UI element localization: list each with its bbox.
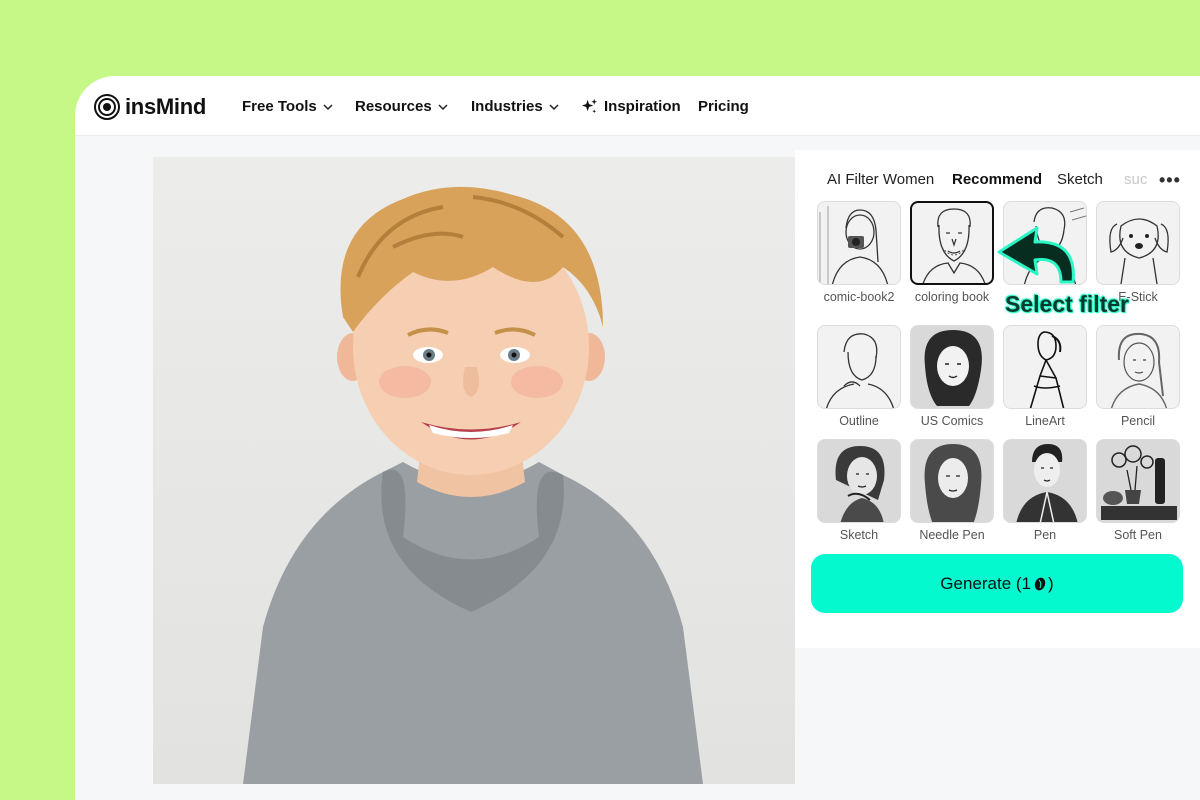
- brand-name: insMind: [125, 94, 207, 119]
- photo-canvas[interactable]: [153, 157, 795, 784]
- filter-thumbnail: [910, 325, 994, 409]
- tab-suc[interactable]: suc: [1124, 171, 1147, 188]
- generate-button[interactable]: Generate (1 ): [811, 554, 1183, 613]
- generate-label: Generate (1: [940, 573, 1032, 593]
- coloring-book-man-sketch: [922, 208, 986, 283]
- nav-inspiration[interactable]: Inspiration: [581, 98, 681, 115]
- filter-label: comic-book2: [823, 290, 895, 304]
- filter-label: Pencil: [1120, 414, 1156, 428]
- filter-thumbnail: [1096, 325, 1180, 409]
- filter-label: US Comics: [920, 414, 984, 428]
- filter-thumbnail: [910, 201, 994, 285]
- sparkle-icon: [581, 98, 598, 114]
- filter-label: Pen: [1033, 528, 1057, 542]
- filter-thumbnail: [817, 201, 901, 285]
- outline-portrait: [825, 333, 895, 408]
- filter-label: Outline: [839, 414, 879, 428]
- filter-card[interactable]: E-Stick: [1096, 201, 1180, 304]
- filter-thumbnail: [1096, 201, 1180, 285]
- tab-ai-filter-women[interactable]: AI Filter Women: [827, 171, 934, 188]
- filter-thumbnail: [817, 325, 901, 409]
- filter-label: Sketch: [839, 528, 879, 542]
- filter-card[interactable]: LineArt: [1003, 325, 1087, 428]
- filter-thumbnail: [1003, 439, 1087, 523]
- filter-card[interactable]: Outline: [817, 325, 901, 428]
- filter-thumbnail: [1003, 325, 1087, 409]
- nav-label: Resources: [355, 98, 432, 115]
- chevron-down-icon: [549, 103, 559, 110]
- credit-coin-icon: [1034, 577, 1046, 590]
- nav-industries[interactable]: Industries: [471, 98, 559, 115]
- tab-recommend[interactable]: Recommend: [952, 171, 1042, 188]
- brand-logo[interactable]: insMind: [94, 94, 206, 120]
- filter-label: Needle Pen: [919, 528, 985, 542]
- nav-pricing[interactable]: Pricing: [698, 98, 749, 115]
- nav-label: Pricing: [698, 98, 749, 115]
- insmind-logo-icon: [94, 94, 120, 120]
- filter-category-tabs: AI Filter Women Recommend Sketch suc •••: [795, 150, 1200, 200]
- filter-card[interactable]: Pen: [1003, 439, 1087, 542]
- sketch-woman: [835, 446, 885, 522]
- nav-resources[interactable]: Resources: [355, 98, 448, 115]
- pen-man: [1016, 444, 1078, 522]
- nav-label: Free Tools: [242, 98, 317, 115]
- comic-book-woman-sketch: [819, 206, 889, 284]
- nav-label: Industries: [471, 98, 543, 115]
- puppy-sketch: [1109, 218, 1169, 284]
- filter-thumbnail: [910, 439, 994, 523]
- chevron-down-icon: [438, 103, 448, 110]
- more-tabs-icon[interactable]: •••: [1159, 170, 1181, 191]
- filter-thumbnail: [1096, 439, 1180, 523]
- nav-free-tools[interactable]: Free Tools: [242, 98, 333, 115]
- filter-card[interactable]: Sketch: [817, 439, 901, 542]
- filter-card[interactable]: Pencil: [1096, 325, 1180, 428]
- filter-label: LineArt: [1025, 414, 1065, 428]
- nav-label: Inspiration: [604, 98, 681, 115]
- filter-card[interactable]: Needle Pen: [910, 439, 994, 542]
- top-navbar: insMind Free Tools Resources Industries …: [75, 76, 1200, 136]
- needle-pen-woman: [924, 444, 982, 522]
- filter-card[interactable]: US Comics: [910, 325, 994, 428]
- filter-thumbnail: [817, 439, 901, 523]
- generate-label-end: ): [1048, 573, 1054, 593]
- filter-card[interactable]: Soft Pen: [1096, 439, 1180, 542]
- app-window: insMind Free Tools Resources Industries …: [75, 76, 1200, 800]
- filter-card-selected[interactable]: coloring book: [910, 201, 994, 304]
- tab-sketch[interactable]: Sketch: [1057, 171, 1103, 188]
- pencil-woman: [1110, 332, 1168, 408]
- chevron-down-icon: [323, 103, 333, 110]
- curved-arrow-icon: [997, 226, 1075, 284]
- us-comics-woman: [924, 330, 982, 406]
- lineart-figure: [1029, 331, 1065, 408]
- filter-label: Soft Pen: [1114, 528, 1162, 542]
- filter-card[interactable]: comic-book2: [817, 201, 901, 304]
- child-portrait-image: [243, 186, 703, 784]
- annotation-label: Select filter: [1005, 291, 1129, 317]
- soft-pen-still-life: [1101, 445, 1177, 520]
- filter-label: coloring book: [914, 290, 990, 304]
